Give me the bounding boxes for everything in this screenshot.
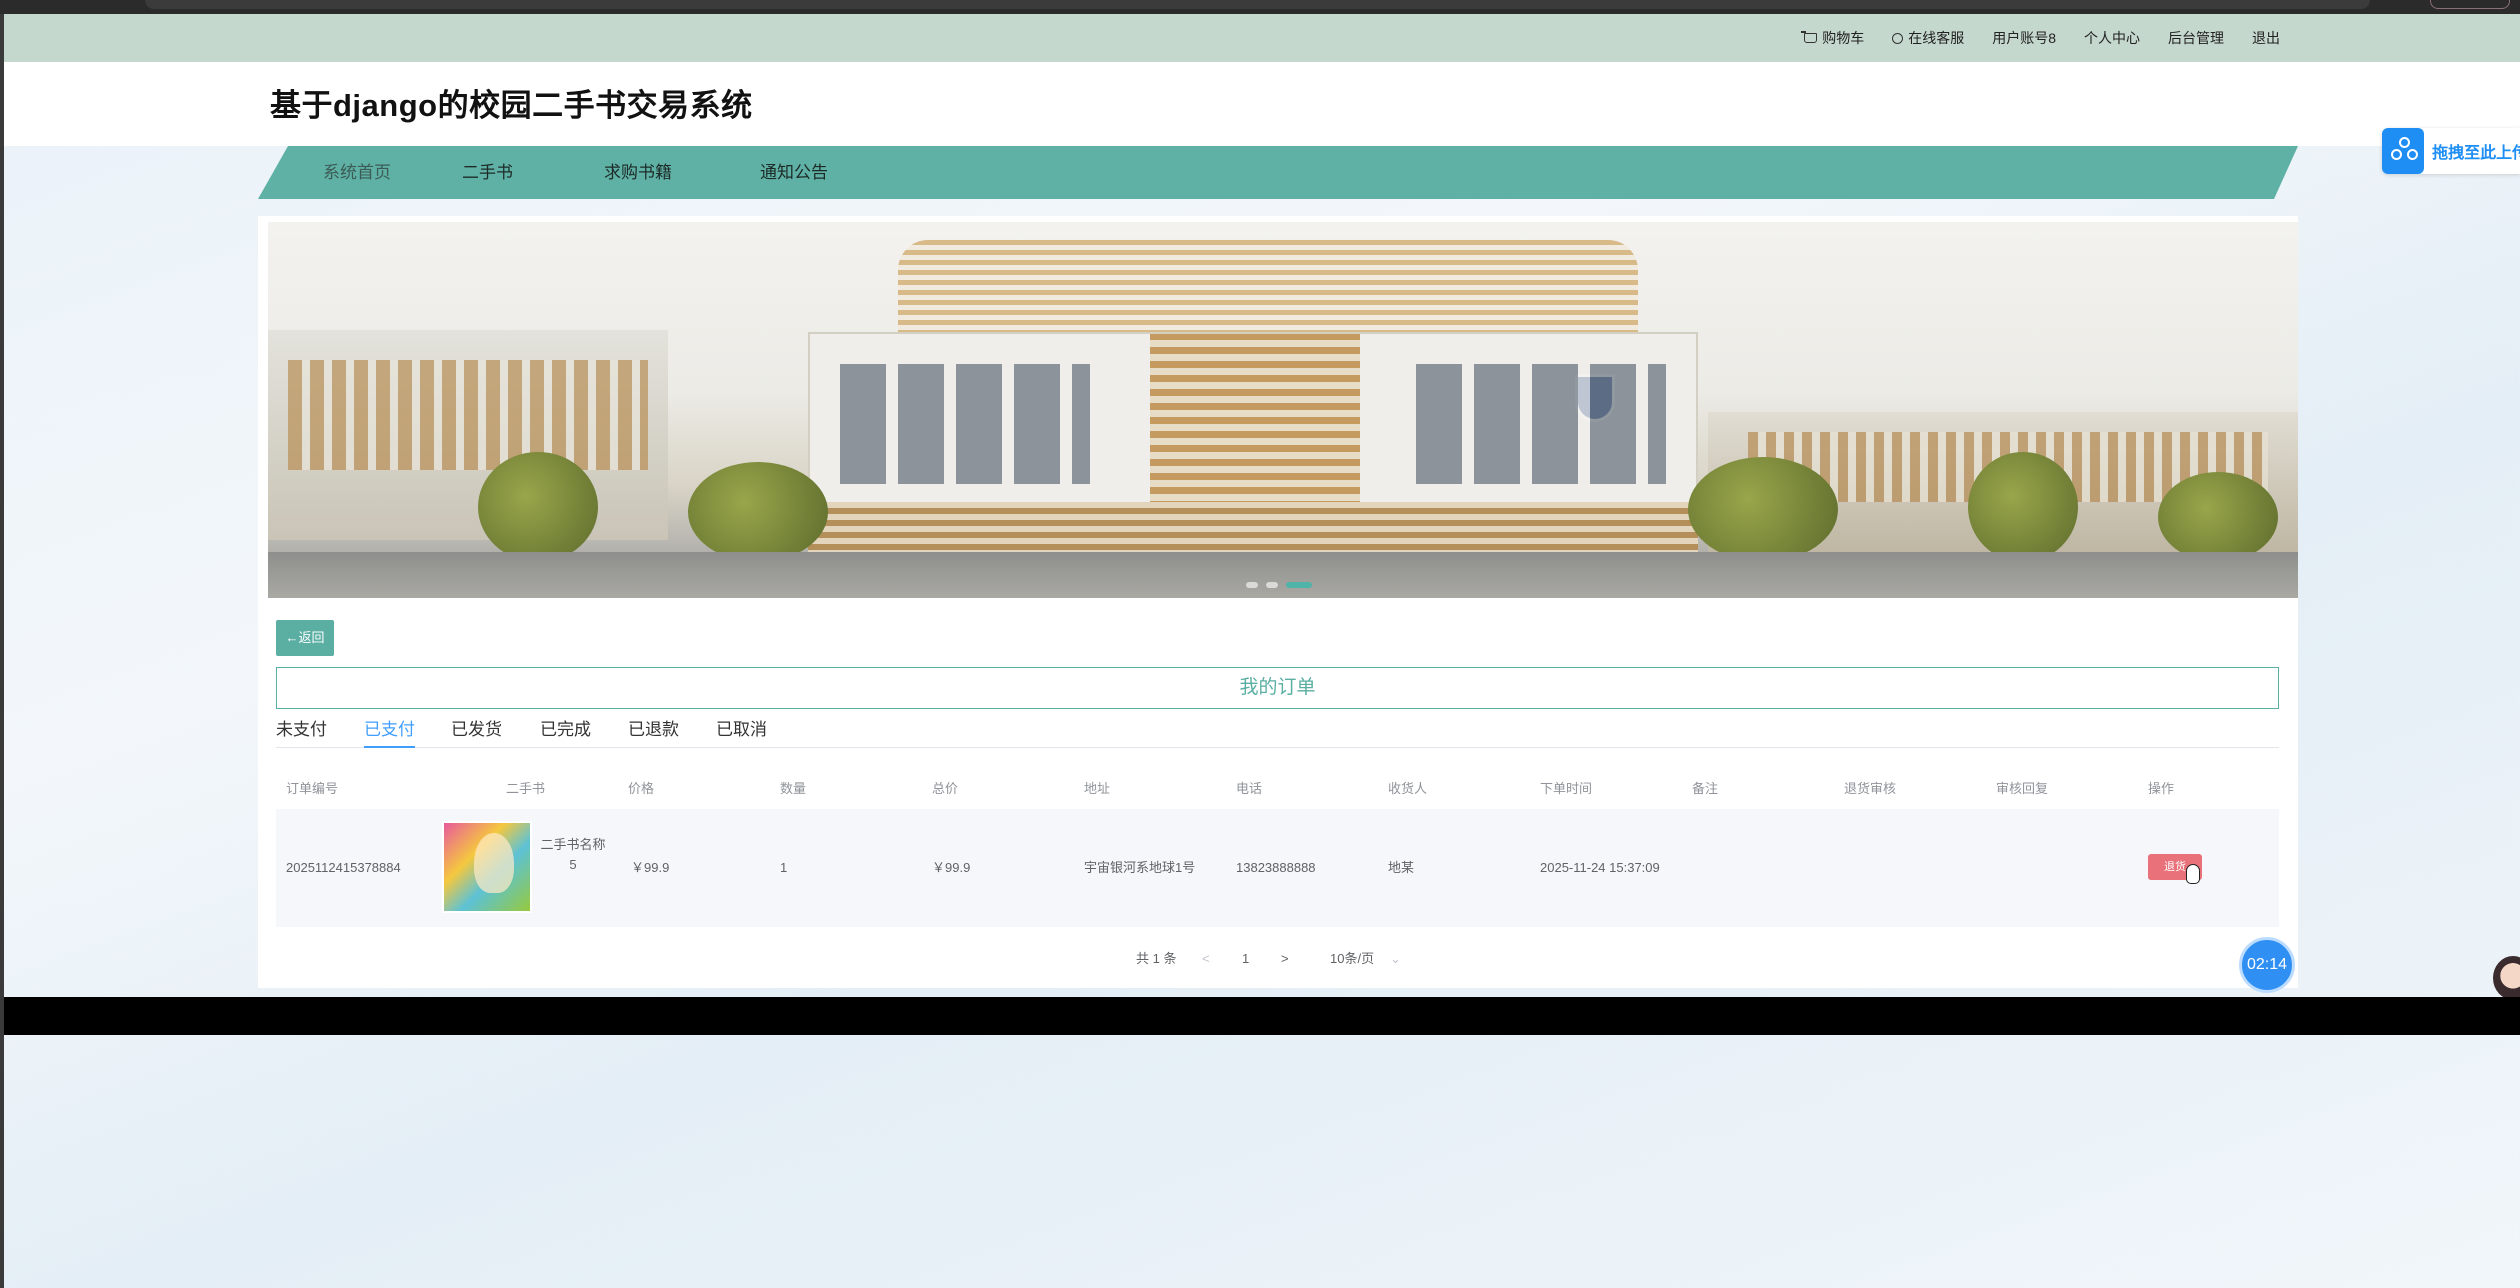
- tab-refunded[interactable]: 已退款: [628, 716, 679, 748]
- cell-order-no: 2025112415378884: [286, 860, 401, 875]
- window-edge: [0, 14, 4, 1288]
- main-panel: ←返回 我的订单 未支付 已支付 已发货 已完成 已退款 已取消 订单编号 二手…: [258, 216, 2298, 988]
- col-total: 总价: [932, 781, 959, 796]
- nav-home[interactable]: 系统首页: [323, 146, 391, 199]
- banner-indicators[interactable]: [1246, 582, 1312, 588]
- browser-profile-pill[interactable]: [2430, 0, 2510, 9]
- col-remark: 备注: [1692, 781, 1719, 796]
- upload-drop-tab[interactable]: 拖拽至此上传: [2382, 128, 2520, 174]
- col-action: 操作: [2148, 781, 2175, 796]
- nav-wanted-books[interactable]: 求购书籍: [604, 146, 672, 199]
- back-button[interactable]: ←返回: [276, 620, 334, 656]
- tab-unpaid[interactable]: 未支付: [276, 716, 327, 748]
- book-name-line1: 二手书名称: [540, 837, 606, 852]
- col-price: 价格: [628, 781, 655, 796]
- book-cover-image: [442, 821, 532, 913]
- table-header: 订单编号 二手书 价格 数量 总价 地址 电话 收货人 下单时间 备注 退货审核…: [276, 769, 2279, 809]
- service-link[interactable]: 在线客服: [1892, 28, 1964, 48]
- pagination: 共 1 条 < 1 > 10条/页 ⌄: [258, 944, 2298, 974]
- cart-icon: [1801, 31, 1818, 43]
- tab-shipped[interactable]: 已发货: [451, 716, 502, 748]
- logout-link[interactable]: 退出: [2252, 28, 2280, 48]
- main-nav: 系统首页 二手书 求购书籍 通知公告: [258, 146, 2298, 199]
- cell-address: 宇宙银河系地球1号: [1084, 860, 1196, 875]
- order-status-tabs: 未支付 已支付 已发货 已完成 已退款 已取消: [276, 716, 2279, 748]
- cell-phone: 13823888888: [1236, 860, 1316, 875]
- col-address: 地址: [1084, 781, 1111, 796]
- account-link[interactable]: 用户账号8: [1992, 28, 2056, 48]
- cell-receiver: 地某: [1388, 860, 1415, 875]
- section-title: 我的订单: [276, 667, 2279, 709]
- site-title: 基于django的校园二手书交易系统: [270, 88, 753, 123]
- book-name-line2: 5: [569, 857, 577, 872]
- pager-next[interactable]: >: [1281, 944, 1289, 974]
- cell-total: ￥99.9: [932, 860, 971, 875]
- pointer-cursor-icon: [2186, 864, 2200, 884]
- col-receiver: 收货人: [1388, 781, 1428, 796]
- cell-qty: 1: [780, 860, 788, 875]
- nav-secondhand-books[interactable]: 二手书: [462, 146, 513, 199]
- pager-prev[interactable]: <: [1202, 944, 1210, 974]
- site-header: 基于django的校园二手书交易系统: [4, 62, 2520, 146]
- profile-link[interactable]: 个人中心: [2084, 28, 2140, 48]
- pager-total: 共 1 条: [1136, 951, 1177, 966]
- col-review-reply: 审核回复: [1996, 781, 2049, 796]
- service-label: 在线客服: [1908, 30, 1965, 46]
- cart-label: 购物车: [1822, 30, 1865, 46]
- col-return-review: 退货审核: [1844, 781, 1897, 796]
- admin-link[interactable]: 后台管理: [2168, 28, 2224, 48]
- cell-book-name: 二手书名称 5: [538, 835, 608, 875]
- col-order-no: 订单编号: [286, 781, 339, 796]
- table-row[interactable]: 2025112415378884 二手书名称 5 ￥99.9 1 ￥99.9 宇宙…: [276, 809, 2279, 927]
- col-qty: 数量: [780, 781, 807, 796]
- browser-top-strip: [0, 0, 2520, 14]
- cloud-upload-icon: [2382, 128, 2425, 174]
- top-bar: 购物车 在线客服 用户账号8 个人中心 后台管理 退出: [4, 14, 2520, 62]
- pager-page-1[interactable]: 1: [1242, 944, 1249, 974]
- col-order-time: 下单时间: [1540, 781, 1593, 796]
- upload-drop-label: 拖拽至此上传: [2432, 145, 2520, 162]
- tab-paid[interactable]: 已支付: [364, 716, 415, 748]
- tab-cancelled[interactable]: 已取消: [716, 716, 767, 748]
- chevron-down-icon[interactable]: ⌄: [1390, 944, 1401, 974]
- recording-timer[interactable]: 02:14: [2239, 937, 2295, 993]
- col-book: 二手书: [506, 781, 546, 796]
- assistant-avatar[interactable]: [2493, 956, 2520, 1000]
- headset-icon: [1892, 32, 1904, 44]
- address-bar[interactable]: [145, 0, 2370, 9]
- cell-order-time: 2025-11-24 15:37:09: [1540, 860, 1660, 875]
- col-phone: 电话: [1236, 781, 1263, 796]
- campus-banner[interactable]: [268, 222, 2298, 598]
- top-links: 购物车 在线客服 用户账号8 个人中心 后台管理 退出: [1801, 14, 2280, 62]
- footer-bar: [4, 997, 2520, 1035]
- cell-price: ￥99.9: [631, 860, 670, 875]
- pager-size-select[interactable]: 10条/页: [1330, 944, 1374, 974]
- nav-notices[interactable]: 通知公告: [760, 146, 828, 199]
- cart-link[interactable]: 购物车: [1801, 28, 1865, 48]
- tab-completed[interactable]: 已完成: [540, 716, 591, 748]
